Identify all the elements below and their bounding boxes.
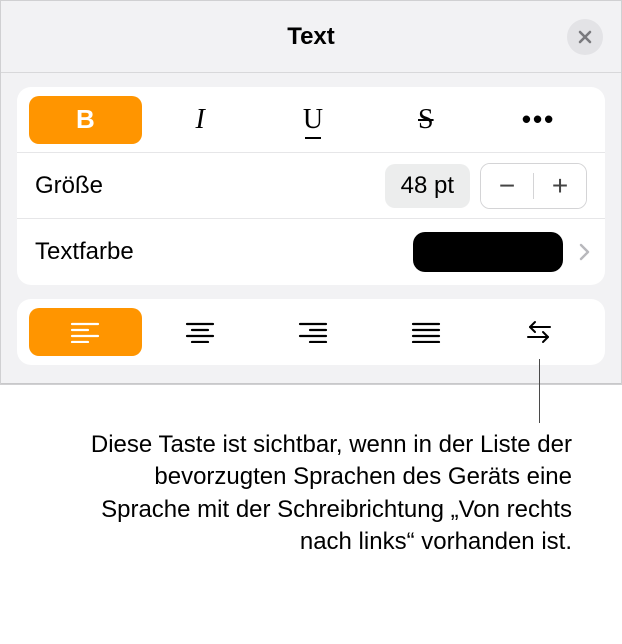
font-style-row: B I U S •••: [17, 87, 605, 153]
callout: Diese Taste ist sichtbar, wenn in der Li…: [0, 389, 622, 559]
callout-leader-line: [539, 359, 540, 423]
text-format-panel: Text B I U S ••• Größe: [0, 0, 622, 385]
strikethrough-button[interactable]: S: [369, 96, 482, 144]
bold-button[interactable]: B: [29, 96, 142, 144]
alignment-section: [17, 299, 605, 365]
italic-icon: I: [196, 104, 205, 136]
panel-title: Text: [287, 23, 335, 51]
text-direction-button[interactable]: [482, 308, 595, 356]
size-stepper: − +: [480, 163, 587, 209]
underline-icon: U: [303, 104, 323, 136]
bold-icon: B: [76, 104, 95, 135]
text-style-section: B I U S ••• Größe 48 pt − +: [17, 87, 605, 285]
more-styles-button[interactable]: •••: [482, 96, 595, 144]
align-right-button[interactable]: [257, 308, 370, 356]
size-value[interactable]: 48 pt: [385, 164, 470, 208]
close-button[interactable]: [567, 19, 603, 55]
size-increase-button[interactable]: +: [534, 164, 586, 208]
close-icon: [577, 29, 593, 45]
size-label: Größe: [35, 172, 385, 200]
panel-divider: [1, 383, 621, 384]
size-decrease-button[interactable]: −: [481, 164, 533, 208]
align-justify-button[interactable]: [369, 308, 482, 356]
more-icon: •••: [522, 104, 555, 135]
chevron-right-icon: [569, 243, 599, 261]
align-justify-icon: [411, 321, 441, 343]
text-color-row[interactable]: Textfarbe: [17, 219, 605, 285]
color-swatch: [413, 232, 563, 272]
align-center-icon: [185, 321, 215, 343]
italic-button[interactable]: I: [144, 96, 257, 144]
font-size-row: Größe 48 pt − +: [17, 153, 605, 219]
align-left-button[interactable]: [29, 308, 142, 356]
align-center-button[interactable]: [144, 308, 257, 356]
strikethrough-icon: S: [418, 104, 434, 136]
panel-header: Text: [1, 1, 621, 73]
align-right-icon: [298, 321, 328, 343]
callout-text: Diese Taste ist sichtbar, wenn in der Li…: [0, 389, 622, 559]
underline-button[interactable]: U: [257, 96, 370, 144]
text-direction-icon: [524, 320, 554, 344]
align-left-icon: [70, 321, 100, 343]
color-label: Textfarbe: [35, 238, 413, 266]
